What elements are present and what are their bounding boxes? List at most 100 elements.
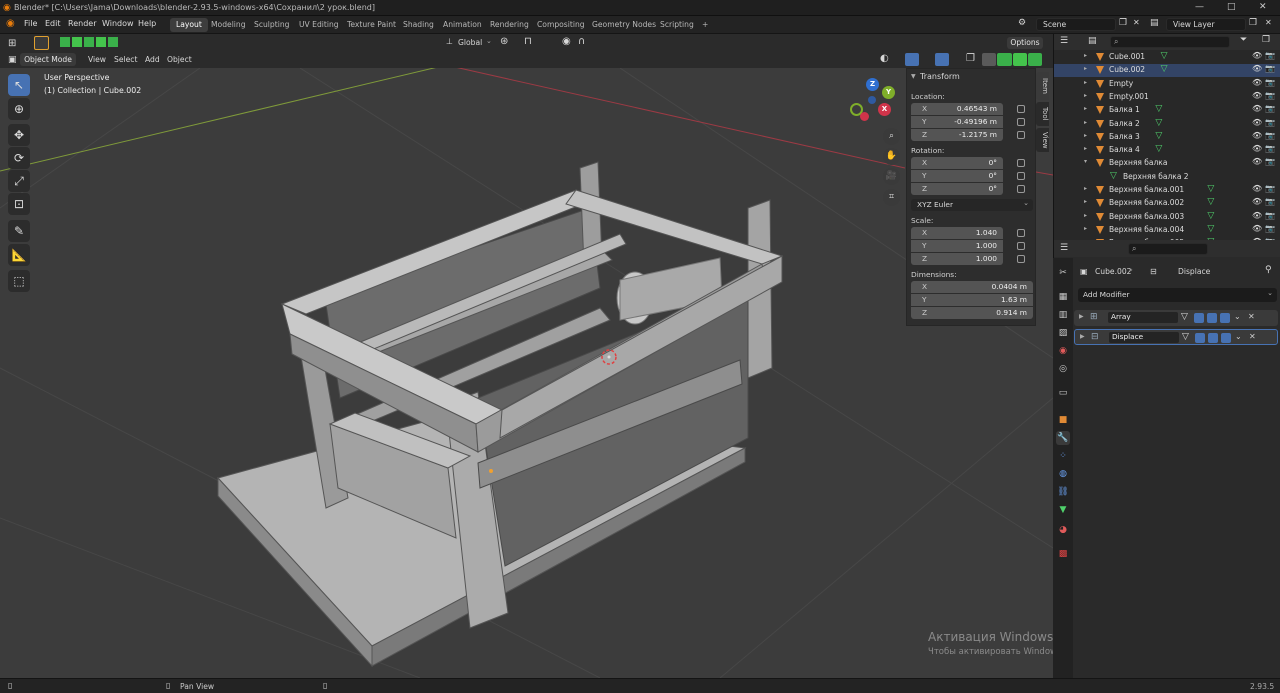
expand-triangle-icon[interactable]: ▸ (1084, 65, 1087, 72)
remove-scene-icon[interactable]: ✕ (1133, 18, 1140, 27)
close-window-button[interactable]: ✕ (1259, 2, 1267, 12)
pivot-point-icon[interactable]: ⊛ (500, 36, 508, 47)
expand-triangle-icon[interactable]: ▸ (1084, 119, 1087, 126)
render-camera-icon[interactable]: 📷 (1265, 51, 1275, 60)
overlay-toggle-icon[interactable] (935, 53, 949, 66)
scale-x-field[interactable]: X 1.040 (911, 227, 1003, 239)
edit-mode-toggle-icon[interactable]: ▽ (1181, 312, 1188, 322)
gizmo-z-axis[interactable]: Z (866, 78, 879, 91)
mesh-data-icon[interactable]: ▽ (1155, 131, 1162, 141)
cursor-tool-icon[interactable]: ⊕ (8, 98, 30, 120)
render-camera-icon[interactable]: 📷 (1265, 211, 1275, 220)
outliner-row[interactable]: ▸ Балка 4 ▽ 👁 📷 (1054, 144, 1280, 157)
tab-geometry-nodes[interactable]: Geometry Nodes (586, 18, 662, 32)
visibility-eye-icon[interactable]: 👁 (1252, 211, 1262, 220)
properties-search-input[interactable]: ⌕ (1128, 243, 1208, 255)
remove-modifier-icon[interactable]: ✕ (1249, 332, 1256, 341)
expand-triangle-icon[interactable]: ▸ (1084, 132, 1087, 139)
visibility-eye-icon[interactable]: 👁 (1252, 224, 1262, 233)
render-props-tab-icon[interactable]: ▦ (1056, 290, 1070, 304)
render-camera-icon[interactable]: 📷 (1265, 104, 1275, 113)
render-camera-icon[interactable]: 📷 (1265, 131, 1275, 140)
remove-modifier-icon[interactable]: ✕ (1248, 312, 1255, 321)
scale-z-field[interactable]: Z 1.000 (911, 253, 1003, 265)
tool-props-tab-icon[interactable]: ✂ (1056, 266, 1070, 280)
expand-triangle-icon[interactable]: ▸ (1084, 225, 1087, 232)
visibility-eye-icon[interactable]: 👁 (1252, 157, 1262, 166)
xray-icon[interactable]: ❐ (966, 53, 975, 64)
render-camera-icon[interactable]: 📷 (1265, 184, 1275, 193)
visibility-eye-icon[interactable]: 👁 (1252, 91, 1262, 100)
expand-triangle-icon[interactable]: ▶ (1079, 313, 1084, 320)
expand-triangle-icon[interactable]: ▸ (1084, 198, 1087, 205)
mesh-data-icon[interactable]: ▽ (1207, 211, 1214, 221)
filter-icon[interactable]: ⏷ (1240, 35, 1247, 45)
outliner-row[interactable]: ▸ Верхняя балка.003 ▽ 👁 📷 (1054, 211, 1280, 224)
new-scene-icon[interactable]: ❐ (1119, 18, 1127, 28)
lock-icon[interactable] (1017, 242, 1025, 250)
annotate-tool-icon[interactable]: ✎ (8, 220, 30, 242)
tab-texture-paint[interactable]: Texture Paint (341, 18, 402, 32)
material-props-tab-icon[interactable]: ◕ (1056, 523, 1070, 537)
scene-props-tab-icon[interactable]: ◉ (1056, 344, 1070, 358)
lock-icon[interactable] (1017, 159, 1025, 167)
rendered-shading-icon[interactable] (1027, 53, 1042, 66)
shading-mode-buttons[interactable] (982, 53, 1042, 66)
edit-mode-toggle-icon[interactable]: ▽ (1182, 332, 1189, 342)
visibility-eye-icon[interactable]: 👁 (1252, 118, 1262, 127)
tab-sculpting[interactable]: Sculpting (248, 18, 295, 32)
3d-viewport[interactable]: ↖ ⊕ ✥ ⟳ ⤢ ⊡ ✎ 📐 ⬚ User Perspective (1) C… (0, 68, 1222, 678)
render-toggle-icon[interactable] (1220, 313, 1230, 323)
outliner-row[interactable]: ▸ Балка 3 ▽ 👁 📷 (1054, 131, 1280, 144)
dimensions-x-field[interactable]: X 0.0404 m (911, 281, 1033, 293)
location-y-field[interactable]: Y -0.49196 m (911, 116, 1003, 128)
menu-render[interactable]: Render (68, 19, 96, 28)
visibility-eye-icon[interactable]: 👁 (1252, 184, 1262, 193)
rotation-x-field[interactable]: X 0° (911, 157, 1003, 169)
selection-mode-buttons[interactable] (60, 37, 122, 48)
gizmo-toggle-icon[interactable] (905, 53, 919, 66)
options-dropdown[interactable]: Options (1007, 37, 1043, 49)
falloff-icon[interactable]: ∩ (578, 36, 585, 47)
scale-tool-icon[interactable]: ⤢ (8, 170, 30, 192)
view-layer-field[interactable]: View Layer (1166, 18, 1246, 31)
wireframe-shading-icon[interactable] (982, 53, 997, 66)
tab-rendering[interactable]: Rendering (484, 18, 535, 32)
render-toggle-icon[interactable] (1221, 333, 1231, 343)
cage-toggle-icon[interactable] (1195, 333, 1205, 343)
world-props-tab-icon[interactable]: ◎ (1056, 362, 1070, 376)
visibility-eye-icon[interactable]: 👁 (1252, 104, 1262, 113)
editor-type-icon[interactable]: ⊞ (8, 38, 16, 49)
navigation-gizmo[interactable]: Z Y X (848, 76, 900, 128)
breadcrumb-object[interactable]: Cube.002 (1095, 267, 1132, 276)
render-camera-icon[interactable]: 📷 (1265, 78, 1275, 87)
sidebar-tab-view[interactable]: View (1036, 128, 1049, 152)
lock-icon[interactable] (1017, 172, 1025, 180)
mode-extend-icon[interactable] (72, 37, 82, 47)
visibility-eye-icon[interactable]: 👁 (1252, 131, 1262, 140)
modifier-name-field[interactable]: Displace (1109, 332, 1179, 343)
render-camera-icon[interactable]: 📷 (1265, 197, 1275, 206)
dimensions-z-field[interactable]: Z 0.914 m (911, 307, 1033, 319)
render-camera-icon[interactable]: 📷 (1265, 224, 1275, 233)
mode-subtract-icon[interactable] (84, 37, 94, 47)
outliner-row[interactable]: ▸ Empty.001 👁 📷 (1054, 91, 1280, 104)
tab-uv-editing[interactable]: UV Editing (293, 18, 345, 32)
gizmo-neg-z-axis[interactable] (868, 96, 876, 104)
expand-triangle-icon[interactable]: ▾ (1084, 158, 1087, 165)
viewport-menu-add[interactable]: Add (145, 55, 160, 64)
render-camera-icon[interactable]: 📷 (1265, 118, 1275, 127)
expand-triangle-icon[interactable]: ▸ (1084, 105, 1087, 112)
viewport-toggle-icon[interactable] (1207, 313, 1217, 323)
mesh-data-icon[interactable]: ▽ (1207, 197, 1214, 207)
viewport-menu-object[interactable]: Object (167, 55, 192, 64)
menu-edit[interactable]: Edit (45, 19, 61, 28)
expand-triangle-icon[interactable]: ▶ (1080, 333, 1085, 340)
lock-icon[interactable] (1017, 255, 1025, 263)
lock-icon[interactable] (1017, 185, 1025, 193)
orientation-dropdown[interactable]: Global (458, 38, 482, 47)
particles-props-tab-icon[interactable]: ⁘ (1056, 449, 1070, 463)
properties-editor-icon[interactable]: ☰ (1060, 243, 1068, 253)
outliner-row[interactable]: ▸ Cube.001 ▽ 👁 📷 (1054, 51, 1280, 64)
chevron-down-icon[interactable]: ⌄ (1235, 332, 1242, 341)
